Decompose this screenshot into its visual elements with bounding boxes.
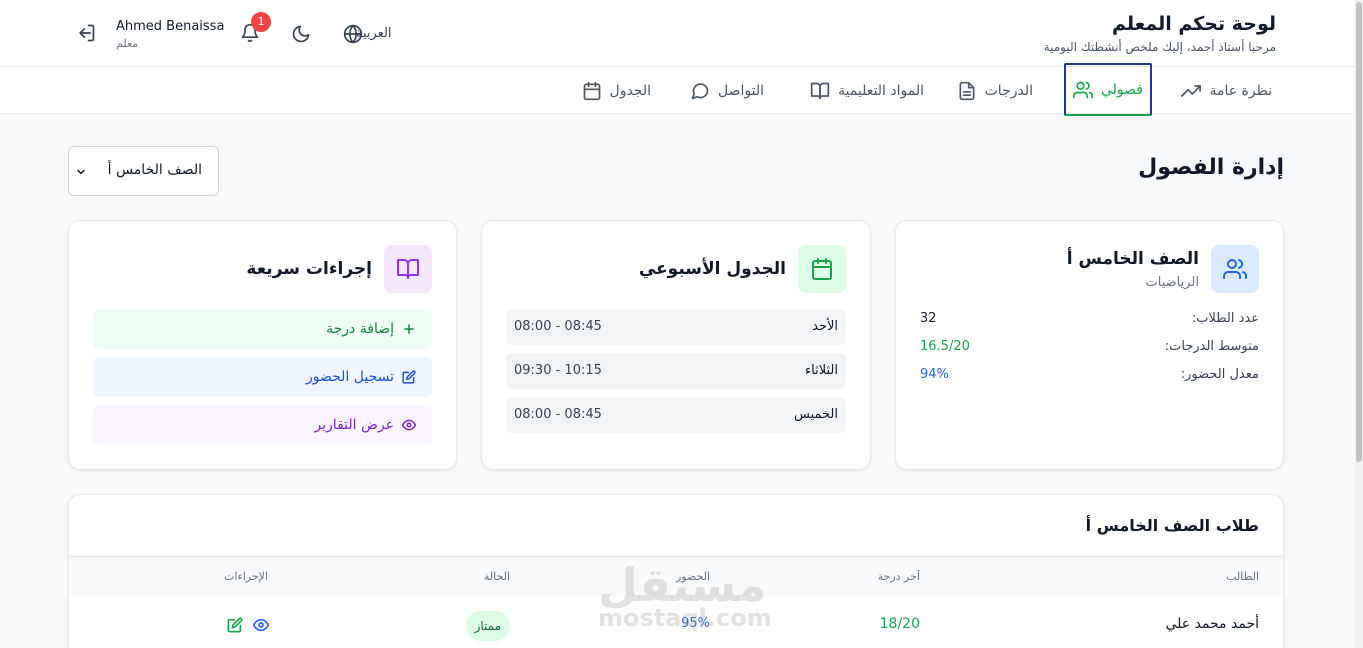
- status-badge: ممتاز: [465, 611, 510, 641]
- stat-average-grade: متوسط الدرجات: 16.5/20: [920, 339, 1259, 359]
- class-info-card: الصف الخامس أ الرياضيات عدد الطلاب: 32 م…: [895, 220, 1284, 470]
- schedule-day: الخميس: [794, 407, 838, 422]
- main-nav: نظرة عامة فصولي الدرجات المواد التعليمية…: [0, 63, 1355, 116]
- tab-label: الدرجات: [984, 82, 1033, 99]
- user-role: معلم: [116, 37, 139, 50]
- column-header: الإجراءات: [224, 570, 268, 583]
- plus-icon: [404, 324, 414, 334]
- column-header: آخر درجة: [877, 570, 920, 583]
- stat-value: 32: [920, 311, 937, 326]
- action-label: إضافة درجة: [326, 321, 394, 337]
- stat-value: 16.5/20: [920, 339, 970, 354]
- add-grade-button[interactable]: إضافة درجة: [93, 309, 432, 349]
- class-icon-box: [1211, 245, 1259, 293]
- app-title: لوحة تحكم المعلم: [1111, 13, 1276, 35]
- user-name: Ahmed Benaissa: [116, 19, 225, 34]
- stat-value: 94%: [920, 367, 949, 382]
- view-reports-button[interactable]: عرض التقارير: [93, 405, 432, 445]
- logout-icon[interactable]: [76, 23, 96, 43]
- action-label: تسجيل الحضور: [305, 369, 394, 385]
- calendar-icon: [583, 81, 600, 100]
- eye-icon: [402, 419, 416, 431]
- users-icon: [1223, 259, 1247, 279]
- column-header: الطالب: [1226, 570, 1259, 583]
- schedule-card-title: الجدول الأسبوعي: [638, 259, 786, 279]
- tab-schedule[interactable]: الجدول: [582, 67, 651, 114]
- schedule-time: 08:00 - 08:45: [514, 407, 602, 422]
- tab-materials[interactable]: المواد التعليمية: [810, 67, 924, 114]
- chevron-down-icon: [77, 169, 85, 175]
- notification-badge: 1: [251, 12, 271, 32]
- quick-actions-card: إجراءات سريعة إضافة درجة تسجيل الحضور عر…: [68, 220, 457, 470]
- stat-label: معدل الحضور:: [1180, 367, 1259, 382]
- tab-label: الجدول: [609, 82, 651, 99]
- student-name: أحمد محمد علي: [1165, 616, 1259, 632]
- page-title: إدارة الفصول: [1138, 155, 1284, 180]
- schedule-time: 09:30 - 10:15: [514, 363, 602, 378]
- message-circle-icon: [691, 82, 709, 99]
- schedule-icon-box: [798, 245, 846, 293]
- tab-grades[interactable]: الدرجات: [957, 67, 1033, 114]
- schedule-row: الخميس 08:00 - 08:45: [506, 397, 846, 433]
- stat-student-count: عدد الطلاب: 32: [920, 311, 1259, 331]
- tab-my-classes[interactable]: فصولي: [1064, 63, 1152, 116]
- weekly-schedule-card: الجدول الأسبوعي الأحد 08:00 - 08:45 الثل…: [481, 220, 871, 470]
- action-label: عرض التقارير: [314, 417, 394, 433]
- column-header: الحالة: [483, 570, 510, 583]
- schedule-row: الأحد 08:00 - 08:45: [506, 309, 846, 345]
- language-switch[interactable]: العربية: [356, 26, 392, 41]
- schedule-time: 08:00 - 08:45: [514, 319, 602, 334]
- class-select[interactable]: الصف الخامس أ: [68, 146, 219, 196]
- actions-icon-box: [384, 245, 432, 293]
- users-icon: [1073, 81, 1093, 98]
- tab-label: التواصل: [718, 82, 764, 99]
- file-text-icon: [959, 81, 975, 100]
- tab-label: فصولي: [1101, 81, 1143, 98]
- class-card-subject: الرياضيات: [1145, 275, 1200, 290]
- stat-label: متوسط الدرجات:: [1164, 339, 1259, 354]
- page-scrollbar[interactable]: [1355, 0, 1363, 648]
- class-card-title: الصف الخامس أ: [1066, 249, 1199, 269]
- tab-communication[interactable]: التواصل: [690, 67, 764, 114]
- moon-icon[interactable]: [291, 24, 311, 44]
- stat-attendance-rate: معدل الحضور: 94%: [920, 367, 1259, 387]
- tab-overview[interactable]: نظرة عامة: [1181, 67, 1272, 114]
- schedule-day: الثلاثاء: [805, 363, 838, 378]
- book-open-icon: [397, 259, 419, 279]
- calendar-icon: [812, 258, 832, 280]
- scrollbar-thumb[interactable]: [1356, 2, 1362, 462]
- top-header: لوحة تحكم المعلم مرحبا أستاذ أحمد، إليك …: [0, 0, 1355, 67]
- tab-label: المواد التعليمية: [838, 82, 924, 99]
- watermark-url: mostaql.com: [598, 604, 772, 632]
- edit-icon: [402, 370, 416, 384]
- schedule-row: الثلاثاء 09:30 - 10:15: [506, 353, 846, 389]
- students-table-title: طلاب الصف الخامس أ: [1085, 516, 1259, 535]
- quick-actions-title: إجراءات سريعة: [246, 259, 372, 279]
- student-grade: 18/20: [879, 616, 920, 632]
- schedule-day: الأحد: [812, 319, 838, 334]
- stat-label: عدد الطلاب:: [1191, 311, 1259, 326]
- trending-up-icon: [1181, 84, 1202, 97]
- record-attendance-button[interactable]: تسجيل الحضور: [93, 357, 432, 397]
- tab-label: نظرة عامة: [1209, 82, 1272, 99]
- book-open-icon: [810, 82, 830, 99]
- class-select-value: الصف الخامس أ: [107, 162, 202, 178]
- app-subtitle: مرحبا أستاذ أحمد، إليك ملخص أنشطتك اليوم…: [1043, 40, 1276, 54]
- view-icon[interactable]: [253, 617, 269, 633]
- edit-icon[interactable]: [227, 617, 243, 633]
